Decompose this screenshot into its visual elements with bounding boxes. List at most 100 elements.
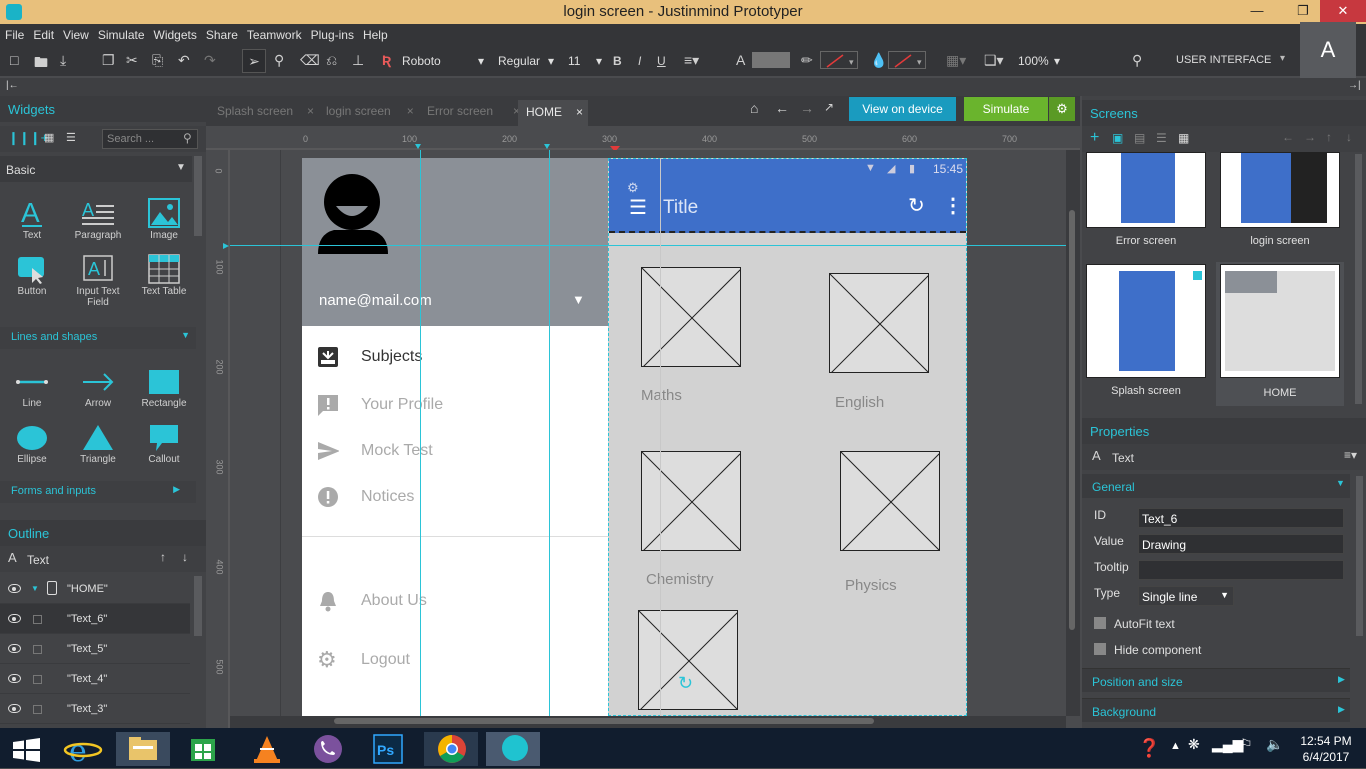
show-hidden-icons[interactable]: ▲ (1170, 740, 1181, 752)
screens-scrollbar[interactable] (1355, 154, 1362, 404)
menu-icon[interactable]: ☰ (629, 195, 647, 220)
properties-menu-icon[interactable]: ≡▾ (1344, 448, 1357, 462)
stroke-color-swatch[interactable]: ▾ (820, 51, 858, 69)
minimize-button[interactable]: — (1240, 0, 1274, 22)
outline-row-text4[interactable]: "Text_4" (0, 664, 190, 694)
font-size-select[interactable]: 11 ▾ (564, 49, 606, 73)
id-field[interactable]: Text_6 (1138, 508, 1344, 528)
widget-search-input[interactable]: Search ... ⚲ (102, 129, 198, 149)
drawer-item-your-profile[interactable]: Your Profile (302, 384, 606, 430)
eye-icon[interactable] (8, 614, 21, 623)
menu-help[interactable]: Help (358, 24, 392, 42)
save-icon[interactable]: ⤓ (60, 52, 66, 69)
widget-button[interactable]: Button (2, 254, 62, 297)
lock-checkbox[interactable] (33, 705, 42, 714)
eye-icon[interactable] (8, 584, 21, 593)
tab-splash-screen[interactable]: Splash screen × (217, 104, 314, 118)
user-avatar[interactable]: A (1300, 22, 1356, 78)
link-icon[interactable]: ⊥ (352, 52, 364, 69)
widget-ellipse[interactable]: Ellipse (2, 422, 62, 465)
undo-icon[interactable]: ↶ (178, 52, 190, 69)
pen-icon[interactable]: ✏ (801, 52, 813, 69)
lock-checkbox[interactable] (33, 675, 42, 684)
copy-icon[interactable]: ❐ (102, 52, 115, 69)
add-screen-icon[interactable]: + (1090, 129, 1099, 147)
grid-view-icon[interactable]: ▦ (44, 131, 54, 144)
store-icon[interactable] (176, 732, 230, 766)
template-icon[interactable]: ▤ (1134, 131, 1145, 145)
outline-row-text3[interactable]: "Text_3" (0, 694, 190, 724)
tooltip-field[interactable] (1138, 560, 1344, 580)
outline-scrollbar[interactable] (194, 576, 202, 636)
value-field[interactable]: Drawing (1138, 534, 1344, 554)
guide-vertical[interactable] (549, 150, 550, 716)
lines-shapes-header[interactable]: Lines and shapes ▼ (0, 327, 196, 349)
drawer-item-about-us[interactable]: About Us (302, 580, 606, 626)
canvas-vertical-scrollbar[interactable] (1066, 150, 1080, 716)
vlc-icon[interactable] (238, 732, 292, 766)
align-icon[interactable]: ≡▾ (684, 52, 699, 69)
design-canvas[interactable]: name@mail.com ▼ Subjects Your Profile Mo… (230, 150, 1074, 716)
distribute-icon[interactable]: ▦▾ (946, 52, 966, 69)
menu-teamwork[interactable]: Teamwork (242, 24, 306, 42)
file-explorer-icon[interactable] (116, 732, 170, 766)
eye-icon[interactable] (8, 644, 21, 653)
widget-line[interactable]: Line (2, 366, 62, 409)
photoshop-icon[interactable]: Ps (362, 732, 416, 766)
widget-paragraph[interactable]: A Paragraph (68, 198, 128, 241)
background-section[interactable]: Background ▶ (1082, 698, 1350, 722)
arrow-down-icon[interactable]: ↓ (1346, 130, 1352, 144)
home-icon[interactable]: ⌂ (750, 100, 758, 116)
paste-icon[interactable]: ⎘ (152, 52, 163, 69)
menu-widgets[interactable]: Widgets (149, 24, 201, 42)
help-icon[interactable]: ❓ (1138, 738, 1160, 759)
image-screen-icon[interactable]: ▣ (1112, 131, 1123, 145)
collapse-right-icon[interactable]: →| (1348, 80, 1361, 91)
chrome-icon[interactable] (424, 732, 478, 766)
move-up-icon[interactable]: ↑ (160, 550, 166, 564)
outline-row-text5[interactable]: "Text_5" (0, 634, 190, 664)
widget-library-icon[interactable]: ❙❙❙+ (8, 130, 48, 146)
simulate-button[interactable]: Simulate (964, 97, 1048, 121)
canvas-horizontal-scrollbar[interactable] (230, 716, 1066, 728)
widget-image[interactable]: Image (134, 198, 194, 241)
forms-inputs-header[interactable]: Forms and inputs ▶ (0, 481, 196, 503)
simulate-settings-icon[interactable]: ⚙ (1049, 97, 1075, 121)
redo-icon[interactable]: ↷ (204, 52, 216, 69)
close-tab-icon[interactable]: × (576, 105, 583, 119)
chevron-down-icon[interactable]: ▾ (1280, 53, 1285, 64)
tab-home[interactable]: HOME × (518, 100, 588, 126)
scroll-thumb[interactable] (334, 718, 874, 724)
widget-text[interactable]: A Text (2, 197, 62, 241)
network-icon[interactable]: ▂▄▆ (1212, 736, 1243, 753)
cut-icon[interactable]: ✂ (126, 52, 138, 69)
refresh-icon[interactable]: ↻ (908, 193, 925, 218)
close-button[interactable]: ✕ (1320, 0, 1366, 22)
tab-login-screen[interactable]: login screen × (326, 104, 414, 118)
widget-arrow[interactable]: Arrow (68, 366, 128, 409)
menu-plugins[interactable]: Plug-ins (306, 24, 358, 42)
start-button[interactable] (0, 732, 54, 766)
eye-icon[interactable] (8, 674, 21, 683)
category-select[interactable]: Basic ▼ (0, 156, 192, 182)
fill-color-swatch[interactable]: ▾ (888, 51, 926, 69)
account-dropdown-icon[interactable]: ▼ (572, 292, 585, 307)
menu-simulate[interactable]: Simulate (93, 24, 149, 42)
action-center-icon[interactable]: ⚐ (1240, 736, 1253, 753)
font-weight-select[interactable]: Regular ▾ (494, 49, 558, 73)
arrange-icon[interactable]: ❑▾ (984, 52, 1004, 69)
lock-checkbox[interactable] (33, 615, 42, 624)
drawer-item-logout[interactable]: ⚙ Logout (302, 639, 606, 685)
drawer-item-notices[interactable]: Notices (302, 476, 606, 522)
bold-button[interactable]: B (613, 54, 622, 68)
maximize-button[interactable]: ❐ (1286, 0, 1320, 22)
collapse-left-icon[interactable]: |← (6, 80, 19, 91)
widget-rectangle[interactable]: Rectangle (134, 366, 194, 409)
text-color-icon[interactable]: A (736, 52, 745, 68)
select-tool-icon[interactable]: ➢ (242, 49, 266, 73)
arrow-left-icon[interactable]: ← (1282, 130, 1294, 144)
grid-view-icon[interactable]: ▦ (1178, 131, 1189, 145)
autofit-row[interactable]: AutoFit text (1094, 614, 1354, 636)
hide-component-row[interactable]: Hide component (1094, 640, 1354, 662)
forward-icon[interactable]: → (800, 100, 814, 116)
